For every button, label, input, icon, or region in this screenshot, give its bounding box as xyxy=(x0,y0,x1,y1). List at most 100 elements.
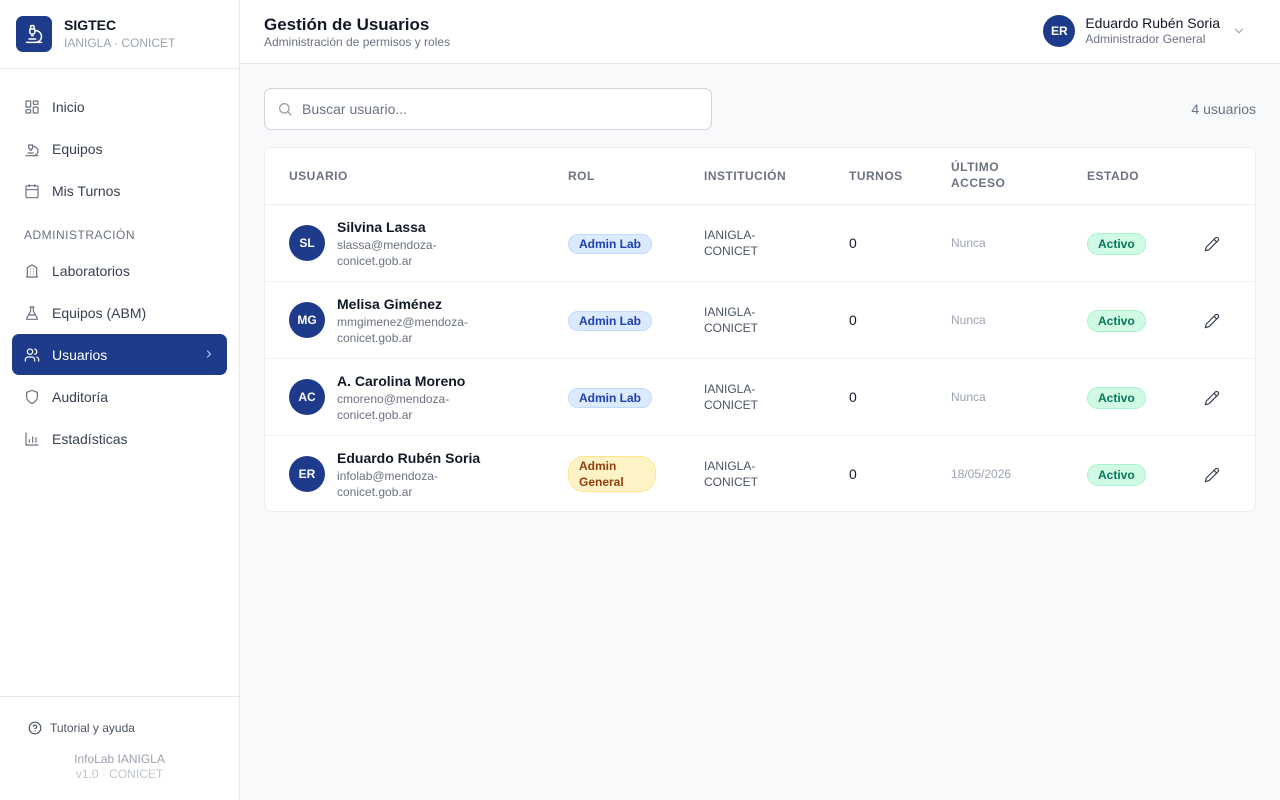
sidebar: SIGTEC IANIGLA · CONICET Inicio Equipos … xyxy=(0,0,240,800)
search-icon xyxy=(277,101,293,117)
col-turnos: TURNOS xyxy=(849,169,903,183)
sidebar-nav: Inicio Equipos Mis Turnos ADMINISTRACIÓN… xyxy=(0,69,239,459)
sidebar-item-label: Equipos xyxy=(52,140,103,157)
pencil-icon xyxy=(1204,313,1220,329)
col-ultimo-acceso-line2: ACCESO xyxy=(951,176,1006,190)
user-email: mmgimenez@mendoza-conicet.gob.ar xyxy=(337,315,468,345)
col-estado: ESTADO xyxy=(1087,169,1140,183)
avatar: SL xyxy=(289,225,325,261)
sidebar-item-label: Mis Turnos xyxy=(52,182,121,199)
nav-section-admin: ADMINISTRACIÓN xyxy=(24,228,136,242)
last-access: 18/05/2026 xyxy=(951,467,1012,481)
user-email: slassa@mendoza-conicet.gob.ar xyxy=(337,238,437,268)
building-icon xyxy=(24,263,40,279)
user-name: A. Carolina Moreno xyxy=(337,373,466,389)
user-role: Administrador General xyxy=(1085,32,1206,46)
sidebar-item-label: Inicio xyxy=(52,98,85,115)
sidebar-item-label: Equipos (ABM) xyxy=(52,304,147,321)
users-icon xyxy=(24,347,40,363)
institution: IANIGLA-CONICET xyxy=(704,305,758,335)
user-name: Eduardo Rubén Soria xyxy=(1085,15,1220,31)
col-ultimo-acceso-line1: ÚLTIMO xyxy=(951,160,1000,174)
footer-version: v1.0 · CONICET xyxy=(75,767,164,781)
sidebar-item-label: Auditoría xyxy=(52,388,109,405)
user-email: infolab@mendoza-conicet.gob.ar xyxy=(337,469,438,499)
avatar: MG xyxy=(289,302,325,338)
search-input[interactable] xyxy=(302,101,702,117)
col-institucion: INSTITUCIÓN xyxy=(704,169,787,183)
chevron-down-icon xyxy=(1232,24,1246,38)
page-subtitle: Administración de permisos y roles xyxy=(264,35,451,49)
last-access: Nunca xyxy=(951,390,986,404)
pencil-icon xyxy=(1204,390,1220,406)
table-row: AC A. Carolina Moreno cmoreno@mendoza-co… xyxy=(265,359,1255,436)
brand-name: SIGTEC xyxy=(64,16,117,33)
edit-button[interactable] xyxy=(1203,389,1221,407)
role-badge: Admin General xyxy=(568,456,656,492)
last-access: Nunca xyxy=(951,236,986,250)
sidebar-item-estadisticas[interactable]: Estadísticas xyxy=(12,418,227,459)
sidebar-item-mis-turnos[interactable]: Mis Turnos xyxy=(12,170,227,211)
search-box xyxy=(264,88,712,130)
status-badge: Activo xyxy=(1087,233,1146,255)
avatar: ER xyxy=(289,456,325,492)
edit-button[interactable] xyxy=(1203,312,1221,330)
sidebar-item-usuarios[interactable]: Usuarios xyxy=(12,334,227,375)
sidebar-item-auditoria[interactable]: Auditoría xyxy=(12,376,227,417)
user-name: Eduardo Rubén Soria xyxy=(337,450,481,466)
role-badge: Admin Lab xyxy=(568,311,652,331)
avatar: ER xyxy=(1043,15,1076,47)
sidebar-item-label: Estadísticas xyxy=(52,430,128,447)
sidebar-item-label: Usuarios xyxy=(52,346,108,363)
last-access: Nunca xyxy=(951,313,986,327)
bar-chart-icon xyxy=(24,431,40,447)
user-email: cmoreno@mendoza-conicet.gob.ar xyxy=(337,392,450,422)
col-rol: ROL xyxy=(568,169,595,183)
page-title: Gestión de Usuarios xyxy=(264,15,430,34)
user-menu[interactable]: ER Eduardo Rubén Soria Administrador Gen… xyxy=(1043,15,1246,47)
help-link[interactable]: Tutorial y ayuda xyxy=(0,697,239,735)
calendar-icon xyxy=(24,183,40,199)
microscope-icon xyxy=(24,141,40,157)
role-badge: Admin Lab xyxy=(568,234,652,254)
user-count: 4 usuarios xyxy=(1191,101,1256,117)
brand-subtitle: IANIGLA · CONICET xyxy=(64,35,176,50)
sidebar-item-inicio[interactable]: Inicio xyxy=(12,86,227,127)
footer-name: InfoLab IANIGLA xyxy=(74,752,165,766)
col-ultimo-acceso: ÚLTIMO ACCESO xyxy=(951,159,1005,191)
shield-icon xyxy=(24,389,40,405)
status-badge: Activo xyxy=(1087,310,1146,332)
edit-button[interactable] xyxy=(1203,235,1221,253)
flask-icon xyxy=(24,305,40,321)
user-name: Melisa Giménez xyxy=(337,296,443,312)
grid-icon xyxy=(24,99,40,115)
help-circle-icon xyxy=(28,721,42,735)
user-name: Silvina Lassa xyxy=(337,219,426,235)
turnos-count: 0 xyxy=(849,389,857,405)
table-header: USUARIO ROL INSTITUCIÓN TURNOS ÚLTIMO AC… xyxy=(265,148,1255,205)
top-header: Gestión de Usuarios Administración de pe… xyxy=(240,0,1280,64)
col-usuario: USUARIO xyxy=(289,169,348,183)
avatar: AC xyxy=(289,379,325,415)
users-table: USUARIO ROL INSTITUCIÓN TURNOS ÚLTIMO AC… xyxy=(264,147,1256,512)
edit-button[interactable] xyxy=(1203,466,1221,484)
table-row: SL Silvina Lassa slassa@mendoza-conicet.… xyxy=(265,205,1255,282)
sidebar-item-equipos[interactable]: Equipos xyxy=(12,128,227,169)
sidebar-item-laboratorios[interactable]: Laboratorios xyxy=(12,250,227,291)
role-badge: Admin Lab xyxy=(568,388,652,408)
institution: IANIGLA-CONICET xyxy=(704,459,758,489)
turnos-count: 0 xyxy=(849,312,857,328)
pencil-icon xyxy=(1204,236,1220,252)
turnos-count: 0 xyxy=(849,466,857,482)
status-badge: Activo xyxy=(1087,387,1146,409)
sidebar-item-equipos-abm[interactable]: Equipos (ABM) xyxy=(12,292,227,333)
brand: SIGTEC IANIGLA · CONICET xyxy=(0,0,239,69)
institution: IANIGLA-CONICET xyxy=(704,228,758,258)
status-badge: Activo xyxy=(1087,464,1146,486)
turnos-count: 0 xyxy=(849,235,857,251)
table-row: ER Eduardo Rubén Soria infolab@mendoza-c… xyxy=(265,436,1255,511)
help-label: Tutorial y ayuda xyxy=(50,721,135,735)
institution: IANIGLA-CONICET xyxy=(704,382,758,412)
chevron-right-icon xyxy=(203,347,215,363)
sidebar-item-label: Laboratorios xyxy=(52,262,130,279)
